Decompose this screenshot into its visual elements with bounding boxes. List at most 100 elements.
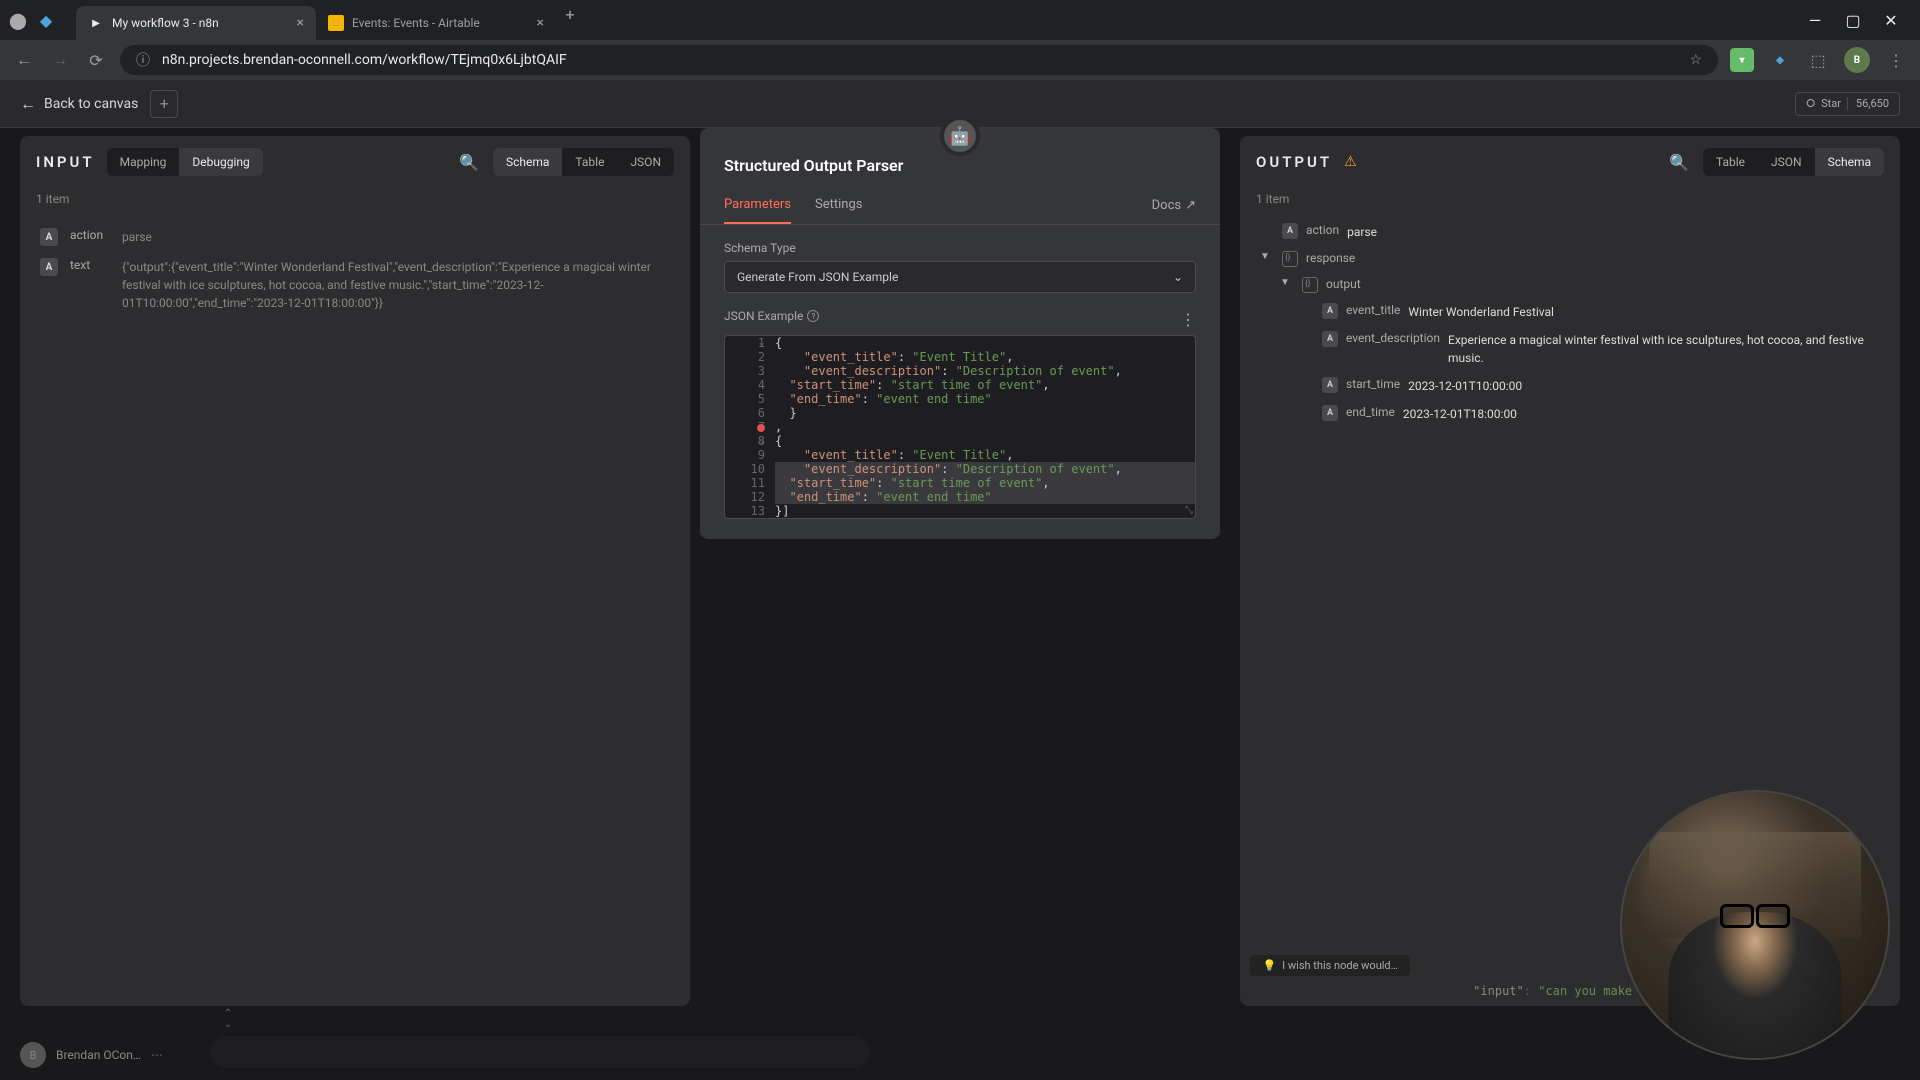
bottom-search-input[interactable] — [210, 1036, 870, 1068]
code-content: "end_time": "event end time" — [775, 392, 1195, 406]
code-line[interactable]: 13 }] — [725, 504, 1195, 518]
view-schema[interactable]: Schema — [493, 148, 562, 176]
output-tree-row[interactable]: Aactionparse — [1260, 218, 1880, 246]
tree-key: event_description — [1346, 331, 1440, 345]
tab-debugging[interactable]: Debugging — [179, 148, 262, 176]
code-content: "event_title": "Event Title", — [775, 448, 1195, 462]
feedback-prompt[interactable]: 💡 I wish this node would… — [1250, 955, 1410, 976]
output-tree-row[interactable]: ▼output — [1260, 272, 1880, 298]
code-line[interactable]: 7 , — [725, 420, 1195, 434]
tree-key: end_time — [1346, 405, 1395, 419]
tab-close-icon[interactable]: × — [537, 15, 544, 31]
code-line[interactable]: 4 "start_time": "start time of event", — [725, 378, 1195, 392]
browser-tab-active[interactable]: ▶ My workflow 3 - n8n × — [76, 6, 316, 40]
code-line[interactable]: 5 "end_time": "event end time" — [725, 392, 1195, 406]
profile-avatar[interactable]: B — [1844, 47, 1870, 73]
code-content: "start_time": "start time of event", — [775, 476, 1195, 490]
window-titlebar: ⬤ ◆ ▶ My workflow 3 - n8n × □ Events: Ev… — [0, 0, 1920, 40]
url-input[interactable]: ⓘ n8n.projects.brendan-oconnell.com/work… — [120, 45, 1718, 75]
tree-key: response — [1306, 251, 1355, 265]
output-tree-row[interactable]: Aevent_descriptionExperience a magical w… — [1260, 326, 1880, 372]
extension-icon[interactable]: ▾ — [1730, 48, 1754, 72]
code-line[interactable]: 6 } — [725, 406, 1195, 420]
github-star-button[interactable]: ⭘ Star 56,650 — [1795, 92, 1900, 116]
line-number: 3 — [725, 364, 775, 378]
output-item-count: 1 item — [1240, 188, 1900, 210]
view-json[interactable]: JSON — [617, 148, 674, 176]
schema-key: action — [70, 228, 110, 242]
tab-settings[interactable]: Settings — [815, 187, 862, 224]
code-line[interactable]: 10 "event_description": "Description of … — [725, 462, 1195, 476]
code-line[interactable]: 11 "start_time": "start time of event", — [725, 476, 1195, 490]
tab-mapping[interactable]: Mapping — [107, 148, 180, 176]
add-button[interactable]: + — [150, 90, 178, 118]
code-line[interactable]: 9 "event_title": "Event Title", — [725, 448, 1195, 462]
lightbulb-icon: 💡 — [1262, 959, 1276, 972]
field-menu-icon[interactable]: ⋮ — [1180, 310, 1196, 329]
view-schema[interactable]: Schema — [1815, 148, 1884, 176]
schema-value: parse — [122, 228, 670, 246]
input-schema-row[interactable]: A text {"output":{"event_title":"Winter … — [40, 252, 670, 318]
output-tree-row[interactable]: ▼ response — [1260, 246, 1880, 272]
chevron-down-icon[interactable]: ⌄ — [224, 1019, 232, 1030]
bookmark-icon[interactable]: ☆ — [1689, 52, 1702, 68]
help-icon[interactable]: ? — [807, 310, 819, 322]
new-tab-button[interactable]: + — [556, 0, 584, 28]
search-icon[interactable]: 🔍 — [1667, 150, 1691, 174]
line-number: 5 — [725, 392, 775, 406]
menu-icon[interactable]: ⋮ — [1884, 48, 1908, 72]
site-info-icon[interactable]: ⓘ — [136, 50, 150, 70]
back-icon[interactable]: ← — [12, 48, 36, 72]
expand-caret-icon[interactable]: ▼ — [1280, 277, 1294, 288]
view-table[interactable]: Table — [1703, 148, 1758, 176]
output-tree-row[interactable]: Aend_time2023-12-01T18:00:00 — [1260, 400, 1880, 428]
input-panel: INPUT Mapping Debugging 🔍 Schema Table J… — [20, 136, 690, 1006]
back-to-canvas-link[interactable]: ← Back to canvas — [20, 94, 138, 114]
input-schema-row[interactable]: A action parse — [40, 222, 670, 252]
code-line[interactable]: 12 "end_time": "event end time" — [725, 490, 1195, 504]
code-content: } — [775, 406, 1195, 420]
scroll-indicator[interactable]: ⌃ ⌄ — [224, 1008, 232, 1030]
minimize-icon[interactable]: — — [1806, 11, 1824, 29]
extensions-icon[interactable]: ⬚ — [1806, 48, 1830, 72]
warning-icon[interactable]: ⚠ — [1344, 154, 1357, 170]
input-item-count: 1 item — [20, 188, 690, 210]
browser-tab[interactable]: □ Events: Events - Airtable × — [316, 6, 556, 40]
line-number: 6 — [725, 406, 775, 420]
maximize-icon[interactable]: ▢ — [1844, 11, 1862, 29]
docs-link[interactable]: Docs ↗ — [1152, 187, 1196, 224]
extension-icon[interactable]: ◆ — [1768, 48, 1792, 72]
reload-icon[interactable]: ⟳ — [84, 48, 108, 72]
code-line[interactable]: ⌄1 { — [725, 336, 1195, 350]
code-line[interactable]: 2 "event_title": "Event Title", — [725, 350, 1195, 364]
star-count: 56,650 — [1847, 97, 1889, 110]
expand-caret-icon[interactable]: ▼ — [1260, 251, 1274, 262]
tab-favicon-icon: ▶ — [88, 15, 104, 31]
feedback-label: I wish this node would… — [1282, 959, 1398, 972]
docs-label: Docs — [1152, 198, 1181, 213]
chevron-up-icon[interactable]: ⌃ — [224, 1008, 232, 1019]
tree-key: event_title — [1346, 303, 1400, 317]
code-content: }] — [775, 504, 1195, 518]
resize-handle-icon[interactable]: ⤡ — [1185, 505, 1193, 516]
forward-icon[interactable]: → — [48, 48, 72, 72]
schema-type-label: Schema Type — [724, 241, 1196, 255]
dropdown-icon[interactable]: ◆ — [36, 10, 56, 30]
tab-parameters[interactable]: Parameters — [724, 187, 791, 224]
tab-close-icon[interactable]: × — [297, 15, 304, 31]
view-json[interactable]: JSON — [1758, 148, 1815, 176]
code-line[interactable]: ⌄8 { — [725, 434, 1195, 448]
user-menu-icon[interactable]: ⋯ — [151, 1048, 163, 1062]
user-avatar-icon: B — [20, 1042, 46, 1068]
view-table[interactable]: Table — [562, 148, 617, 176]
output-tree-row[interactable]: Aevent_titleWinter Wonderland Festival — [1260, 298, 1880, 326]
external-link-icon: ↗ — [1185, 198, 1196, 213]
search-icon[interactable]: 🔍 — [457, 150, 481, 174]
code-line[interactable]: 3 "event_description": "Description of e… — [725, 364, 1195, 378]
back-arrow-icon: ← — [20, 94, 36, 114]
user-profile[interactable]: B Brendan OCon… ⋯ — [20, 1042, 163, 1068]
schema-type-dropdown[interactable]: Generate From JSON Example ⌄ — [724, 261, 1196, 293]
output-tree-row[interactable]: Astart_time2023-12-01T10:00:00 — [1260, 372, 1880, 400]
json-code-editor[interactable]: ⌄1 {2 "event_title": "Event Title",3 "ev… — [724, 335, 1196, 519]
close-icon[interactable]: ✕ — [1882, 11, 1900, 29]
